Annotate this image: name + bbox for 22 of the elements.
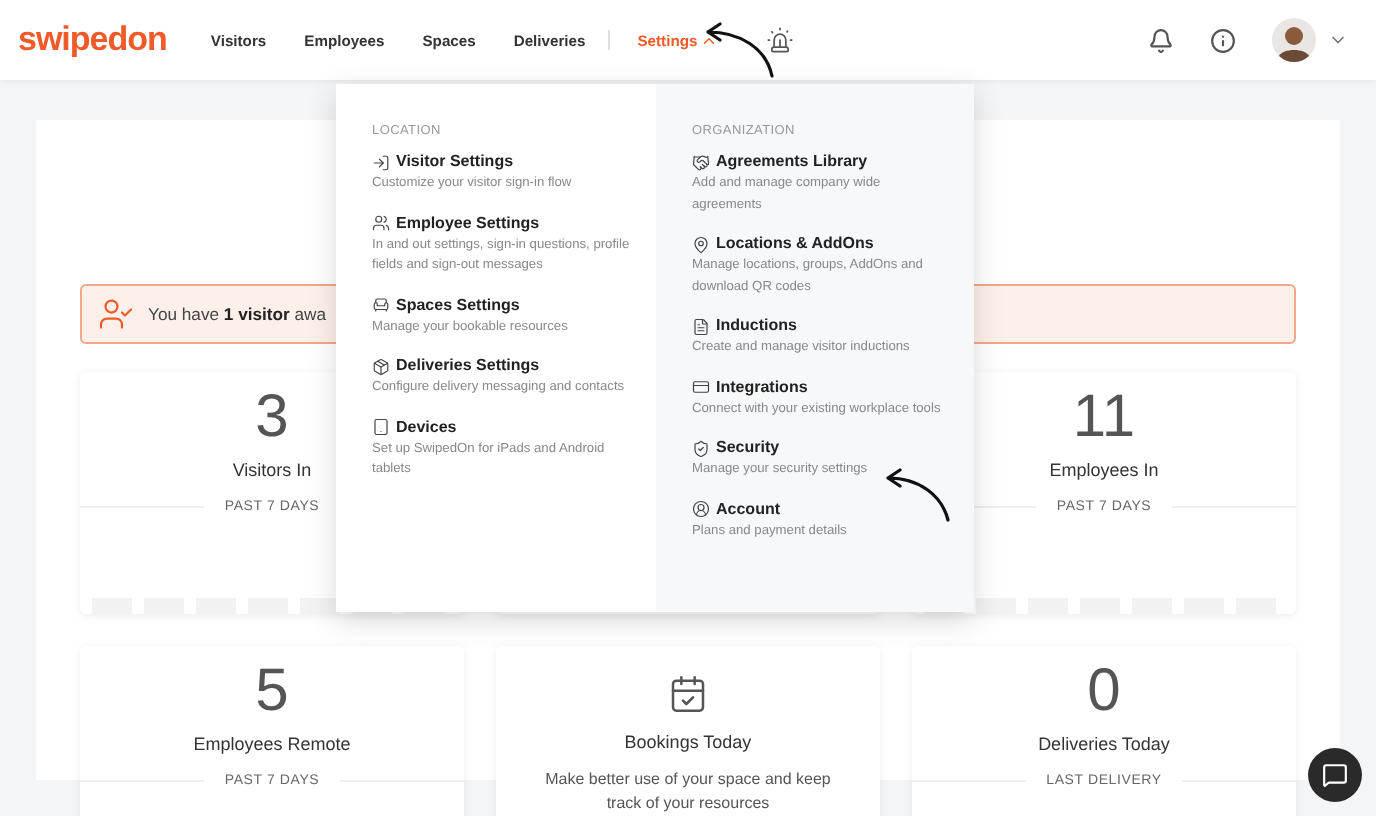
stat-value: 5	[255, 658, 289, 726]
menu-item[interactable]: Visitor Settings	[372, 150, 632, 174]
stat-label: Visitors In	[232, 460, 312, 480]
banner-text: You have 1 visitor awa	[148, 304, 327, 324]
stat-value: 11	[1072, 384, 1136, 452]
menu-item[interactable]: Devices	[372, 415, 632, 439]
menu-item[interactable]: Spaces Settings	[372, 293, 632, 317]
menu-item[interactable]: Integrations	[692, 375, 950, 399]
stat-value: 3	[255, 384, 289, 452]
menu-item[interactable]: Employee Settings	[372, 211, 632, 235]
stat-label: Employees Remote	[193, 734, 351, 754]
menu-item[interactable]: Locations & AddOns	[692, 232, 950, 256]
card-description: Make better use of your space and keep track of your resources	[543, 768, 833, 816]
menu-item[interactable]: Inductions	[692, 314, 950, 338]
stat-label: Deliveries Today	[1038, 734, 1170, 754]
menu-item[interactable]: Security	[692, 436, 950, 460]
menu-item[interactable]: Account	[692, 497, 950, 521]
stat-label: Employees In	[1049, 460, 1159, 480]
card-title: Bookings Today	[624, 732, 752, 752]
stat-value: 0	[1087, 658, 1121, 726]
menu-item[interactable]: Deliveries Settings	[372, 354, 632, 378]
menu-item[interactable]: Agreements Library	[692, 150, 950, 174]
